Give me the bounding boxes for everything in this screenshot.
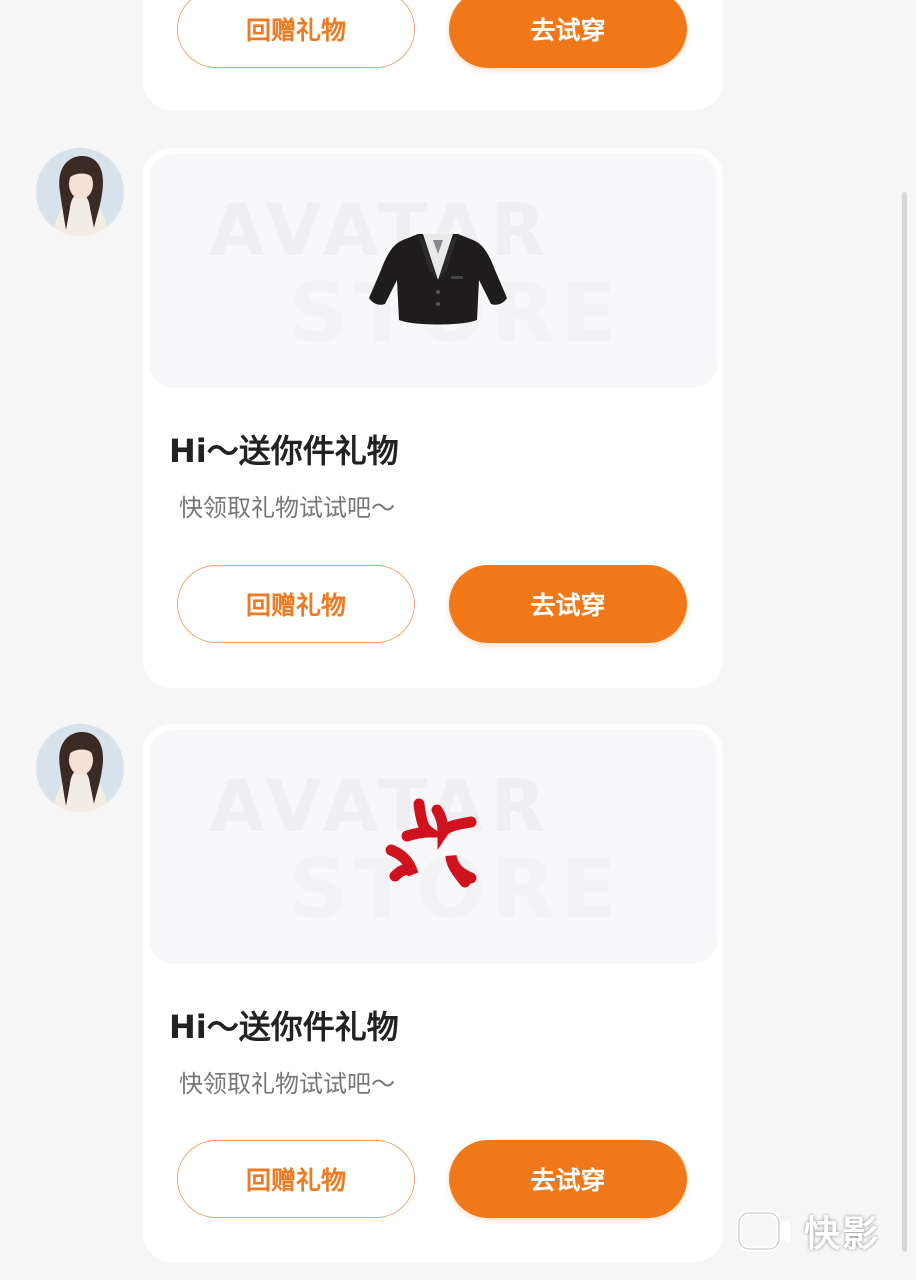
scrollbar[interactable] (902, 192, 907, 1252)
gift-card: AVATAR STORE Hi～送你件礼物 快领取礼物试试吧～ 回赠礼物 去试穿 (143, 148, 723, 688)
avatar-photo (36, 724, 124, 812)
chat-screen: 回赠礼物 去试穿 AVATAR STORE (0, 0, 916, 1280)
avatar[interactable] (36, 724, 124, 812)
return-gift-button[interactable]: 回赠礼物 (177, 0, 415, 68)
app-watermark: 快影 (736, 1204, 906, 1258)
avatar-photo (36, 148, 124, 236)
gift-image[interactable]: AVATAR STORE (149, 730, 717, 964)
kuaiying-logo-icon (736, 1210, 790, 1252)
card-subtitle: 快领取礼物试试吧～ (179, 494, 395, 522)
gift-card: 回赠礼物 去试穿 (143, 0, 723, 110)
return-gift-button[interactable]: 回赠礼物 (177, 1140, 415, 1218)
card-title: Hi～送你件礼物 (169, 1008, 399, 1046)
anger-symbol-icon (385, 798, 477, 888)
card-subtitle: 快领取礼物试试吧～ (179, 1070, 395, 1098)
try-on-button[interactable]: 去试穿 (449, 1140, 687, 1218)
app-watermark-label: 快影 (804, 1214, 881, 1255)
return-gift-button[interactable]: 回赠礼物 (177, 565, 415, 643)
gift-card: AVATAR STORE Hi～送你件礼物 快领取礼物试试吧～ 回赠礼物 去试穿 (143, 724, 723, 1262)
card-title: Hi～送你件礼物 (169, 432, 399, 470)
try-on-button[interactable]: 去试穿 (449, 565, 687, 643)
try-on-button[interactable]: 去试穿 (449, 0, 687, 68)
black-suit-jacket-icon (369, 234, 507, 325)
gift-image[interactable]: AVATAR STORE (149, 154, 717, 388)
avatar[interactable] (36, 148, 124, 236)
